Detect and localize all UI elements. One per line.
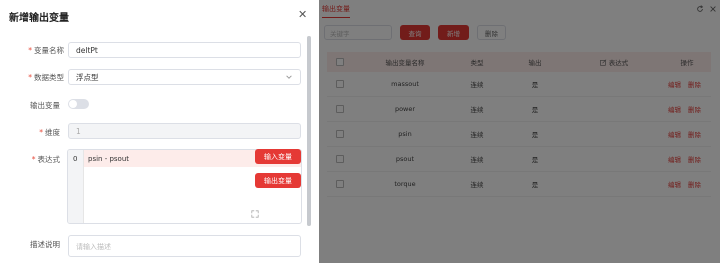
row-checkbox[interactable] <box>336 80 344 88</box>
add-output-variable-dialog: 新增输出变量 ✕ * 变量名称 deltPt * 数据类型 浮点型 输出变量 * 维度… <box>0 0 319 263</box>
output-label: 输出变量 <box>30 101 60 110</box>
row-type: 连续 <box>470 81 484 89</box>
edit-icon <box>600 59 607 66</box>
dialog-title: 新增输出变量 <box>9 13 69 24</box>
refresh-icon[interactable] <box>696 5 704 13</box>
row-output: 是 <box>531 81 539 89</box>
description-textarea[interactable]: 请输入描述 <box>68 235 301 257</box>
row-delete-link[interactable]: 删除 <box>688 179 701 189</box>
row-checkbox[interactable] <box>336 180 344 188</box>
column-name: 输出变量名称 <box>385 59 425 67</box>
row-edit-link[interactable]: 编辑 <box>668 129 681 139</box>
fullscreen-icon[interactable] <box>251 210 259 218</box>
add-button[interactable]: 新增 <box>438 25 469 40</box>
row-edit-link[interactable]: 编辑 <box>668 154 681 164</box>
row-name: massout <box>391 80 419 88</box>
dialog-scrollbar[interactable] <box>307 36 311 226</box>
row-edit-link[interactable]: 编辑 <box>668 104 681 114</box>
table-row: torque 连续 是 编辑 删除 <box>327 172 711 197</box>
table-header: 输出变量名称 类型 输出 表达式 操作 <box>327 52 711 72</box>
row-name: torque <box>394 180 416 188</box>
output-toggle[interactable] <box>68 99 89 109</box>
column-action: 操作 <box>680 59 694 67</box>
variable-name-input[interactable]: deltPt <box>68 42 301 58</box>
table-row: massout 连续 是 编辑 删除 <box>327 72 711 97</box>
output-variables-page: 输出变量 关键字 查询 新增 删除 输出变量名称 类型 输出 表达式 操作 ma… <box>319 0 720 263</box>
column-output: 输出 <box>528 59 542 67</box>
scrollbar-thumb[interactable] <box>307 36 311 226</box>
required-mark: * <box>28 46 32 55</box>
chevron-down-icon <box>286 75 292 79</box>
table-row: psin 连续 是 编辑 删除 <box>327 122 711 147</box>
expression-code: psin - psout <box>88 155 130 163</box>
row-output: 是 <box>531 131 539 139</box>
line-gutter: 0 <box>68 150 84 223</box>
row-name: psin <box>398 130 412 138</box>
row-edit-link[interactable]: 编辑 <box>668 79 681 89</box>
required-mark: * <box>39 128 43 137</box>
delete-button[interactable]: 删除 <box>477 25 506 40</box>
expression-label: * 表达式 <box>31 155 60 164</box>
row-edit-link[interactable]: 编辑 <box>668 179 681 189</box>
row-delete-link[interactable]: 删除 <box>688 104 701 114</box>
row-type: 连续 <box>470 131 484 139</box>
keyword-search-input[interactable]: 关键字 <box>324 25 392 40</box>
row-output: 是 <box>531 106 539 114</box>
input-variable-button[interactable]: 输入变量 <box>255 149 301 164</box>
row-delete-link[interactable]: 删除 <box>688 154 701 164</box>
required-mark: * <box>28 73 32 82</box>
description-label: 描述说明 <box>30 240 60 249</box>
line-number: 0 <box>73 155 78 163</box>
type-label: * 数据类型 <box>28 73 64 82</box>
row-name: power <box>394 105 416 113</box>
output-variable-button[interactable]: 输出变量 <box>255 173 301 188</box>
row-checkbox[interactable] <box>336 155 344 163</box>
row-name: psout <box>395 155 415 163</box>
name-label: * 变量名称 <box>28 46 64 55</box>
column-expression: 表达式 <box>600 57 628 67</box>
select-all-checkbox[interactable] <box>336 58 344 66</box>
row-output: 是 <box>531 181 539 189</box>
row-checkbox[interactable] <box>336 105 344 113</box>
row-delete-link[interactable]: 删除 <box>688 79 701 89</box>
required-mark: * <box>31 155 36 164</box>
row-type: 连续 <box>470 106 484 114</box>
close-icon[interactable]: ✕ <box>298 8 307 21</box>
row-output: 是 <box>531 156 539 164</box>
data-type-select[interactable]: 浮点型 <box>68 69 301 85</box>
table-row: power 连续 是 编辑 删除 <box>327 97 711 122</box>
query-button[interactable]: 查询 <box>400 25 430 40</box>
dimension-label: * 维度 <box>39 128 60 137</box>
output-variables-table: 输出变量名称 类型 输出 表达式 操作 massout 连续 是 编辑 删除 p… <box>327 52 711 197</box>
table-row: psout 连续 是 编辑 删除 <box>327 147 711 172</box>
row-type: 连续 <box>470 181 484 189</box>
row-checkbox[interactable] <box>336 130 344 138</box>
dimension-input: 1 <box>68 123 301 139</box>
row-type: 连续 <box>470 156 484 164</box>
column-type: 类型 <box>470 59 484 67</box>
close-icon[interactable] <box>709 5 717 13</box>
row-delete-link[interactable]: 删除 <box>688 129 701 139</box>
tab-output-variables[interactable]: 输出变量 <box>322 4 350 18</box>
